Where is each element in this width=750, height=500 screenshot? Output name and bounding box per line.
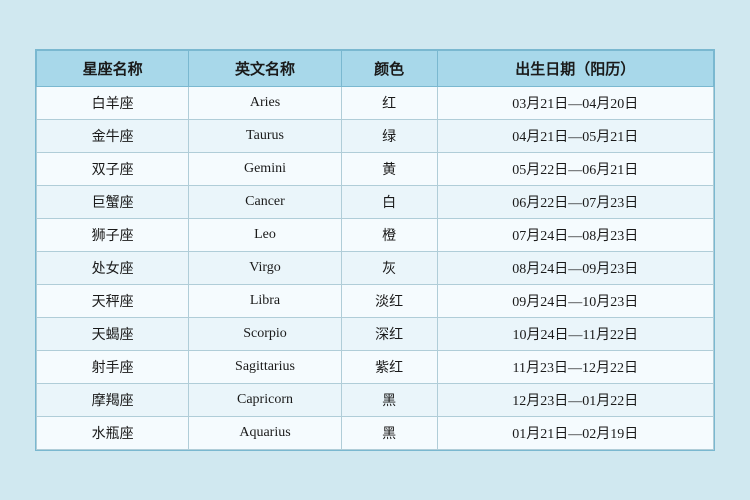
cell-english-name: Sagittarius xyxy=(189,351,341,384)
zodiac-table-container: 星座名称 英文名称 颜色 出生日期（阳历） 白羊座Aries红03月21日—04… xyxy=(35,49,715,451)
table-row: 巨蟹座Cancer白06月22日—07月23日 xyxy=(37,186,714,219)
cell-color: 白 xyxy=(341,186,437,219)
cell-dates: 04月21日—05月21日 xyxy=(437,120,713,153)
cell-color: 深红 xyxy=(341,318,437,351)
cell-chinese-name: 摩羯座 xyxy=(37,384,189,417)
zodiac-table: 星座名称 英文名称 颜色 出生日期（阳历） 白羊座Aries红03月21日—04… xyxy=(36,50,714,450)
table-row: 双子座Gemini黄05月22日—06月21日 xyxy=(37,153,714,186)
header-chinese-name: 星座名称 xyxy=(37,51,189,87)
cell-dates: 11月23日—12月22日 xyxy=(437,351,713,384)
cell-chinese-name: 水瓶座 xyxy=(37,417,189,450)
cell-dates: 03月21日—04月20日 xyxy=(437,87,713,120)
header-english-name: 英文名称 xyxy=(189,51,341,87)
header-color: 颜色 xyxy=(341,51,437,87)
cell-color: 淡红 xyxy=(341,285,437,318)
table-header-row: 星座名称 英文名称 颜色 出生日期（阳历） xyxy=(37,51,714,87)
table-row: 处女座Virgo灰08月24日—09月23日 xyxy=(37,252,714,285)
cell-color: 黄 xyxy=(341,153,437,186)
table-row: 水瓶座Aquarius黑01月21日—02月19日 xyxy=(37,417,714,450)
cell-english-name: Libra xyxy=(189,285,341,318)
table-row: 天蝎座Scorpio深红10月24日—11月22日 xyxy=(37,318,714,351)
cell-english-name: Aries xyxy=(189,87,341,120)
cell-chinese-name: 射手座 xyxy=(37,351,189,384)
table-row: 摩羯座Capricorn黑12月23日—01月22日 xyxy=(37,384,714,417)
cell-chinese-name: 处女座 xyxy=(37,252,189,285)
header-dates: 出生日期（阳历） xyxy=(437,51,713,87)
table-row: 金牛座Taurus绿04月21日—05月21日 xyxy=(37,120,714,153)
cell-dates: 10月24日—11月22日 xyxy=(437,318,713,351)
table-row: 狮子座Leo橙07月24日—08月23日 xyxy=(37,219,714,252)
table-row: 天秤座Libra淡红09月24日—10月23日 xyxy=(37,285,714,318)
table-row: 射手座Sagittarius紫红11月23日—12月22日 xyxy=(37,351,714,384)
table-row: 白羊座Aries红03月21日—04月20日 xyxy=(37,87,714,120)
cell-chinese-name: 白羊座 xyxy=(37,87,189,120)
cell-english-name: Taurus xyxy=(189,120,341,153)
cell-english-name: Virgo xyxy=(189,252,341,285)
cell-english-name: Gemini xyxy=(189,153,341,186)
cell-english-name: Aquarius xyxy=(189,417,341,450)
cell-dates: 08月24日—09月23日 xyxy=(437,252,713,285)
cell-dates: 09月24日—10月23日 xyxy=(437,285,713,318)
cell-chinese-name: 天秤座 xyxy=(37,285,189,318)
cell-chinese-name: 巨蟹座 xyxy=(37,186,189,219)
cell-dates: 01月21日—02月19日 xyxy=(437,417,713,450)
cell-color: 红 xyxy=(341,87,437,120)
cell-english-name: Scorpio xyxy=(189,318,341,351)
cell-color: 黑 xyxy=(341,417,437,450)
cell-english-name: Capricorn xyxy=(189,384,341,417)
cell-color: 黑 xyxy=(341,384,437,417)
cell-color: 橙 xyxy=(341,219,437,252)
cell-dates: 12月23日—01月22日 xyxy=(437,384,713,417)
cell-dates: 05月22日—06月21日 xyxy=(437,153,713,186)
cell-color: 灰 xyxy=(341,252,437,285)
cell-english-name: Leo xyxy=(189,219,341,252)
cell-color: 紫红 xyxy=(341,351,437,384)
cell-chinese-name: 金牛座 xyxy=(37,120,189,153)
cell-english-name: Cancer xyxy=(189,186,341,219)
cell-color: 绿 xyxy=(341,120,437,153)
cell-dates: 07月24日—08月23日 xyxy=(437,219,713,252)
cell-chinese-name: 天蝎座 xyxy=(37,318,189,351)
cell-chinese-name: 双子座 xyxy=(37,153,189,186)
cell-dates: 06月22日—07月23日 xyxy=(437,186,713,219)
cell-chinese-name: 狮子座 xyxy=(37,219,189,252)
